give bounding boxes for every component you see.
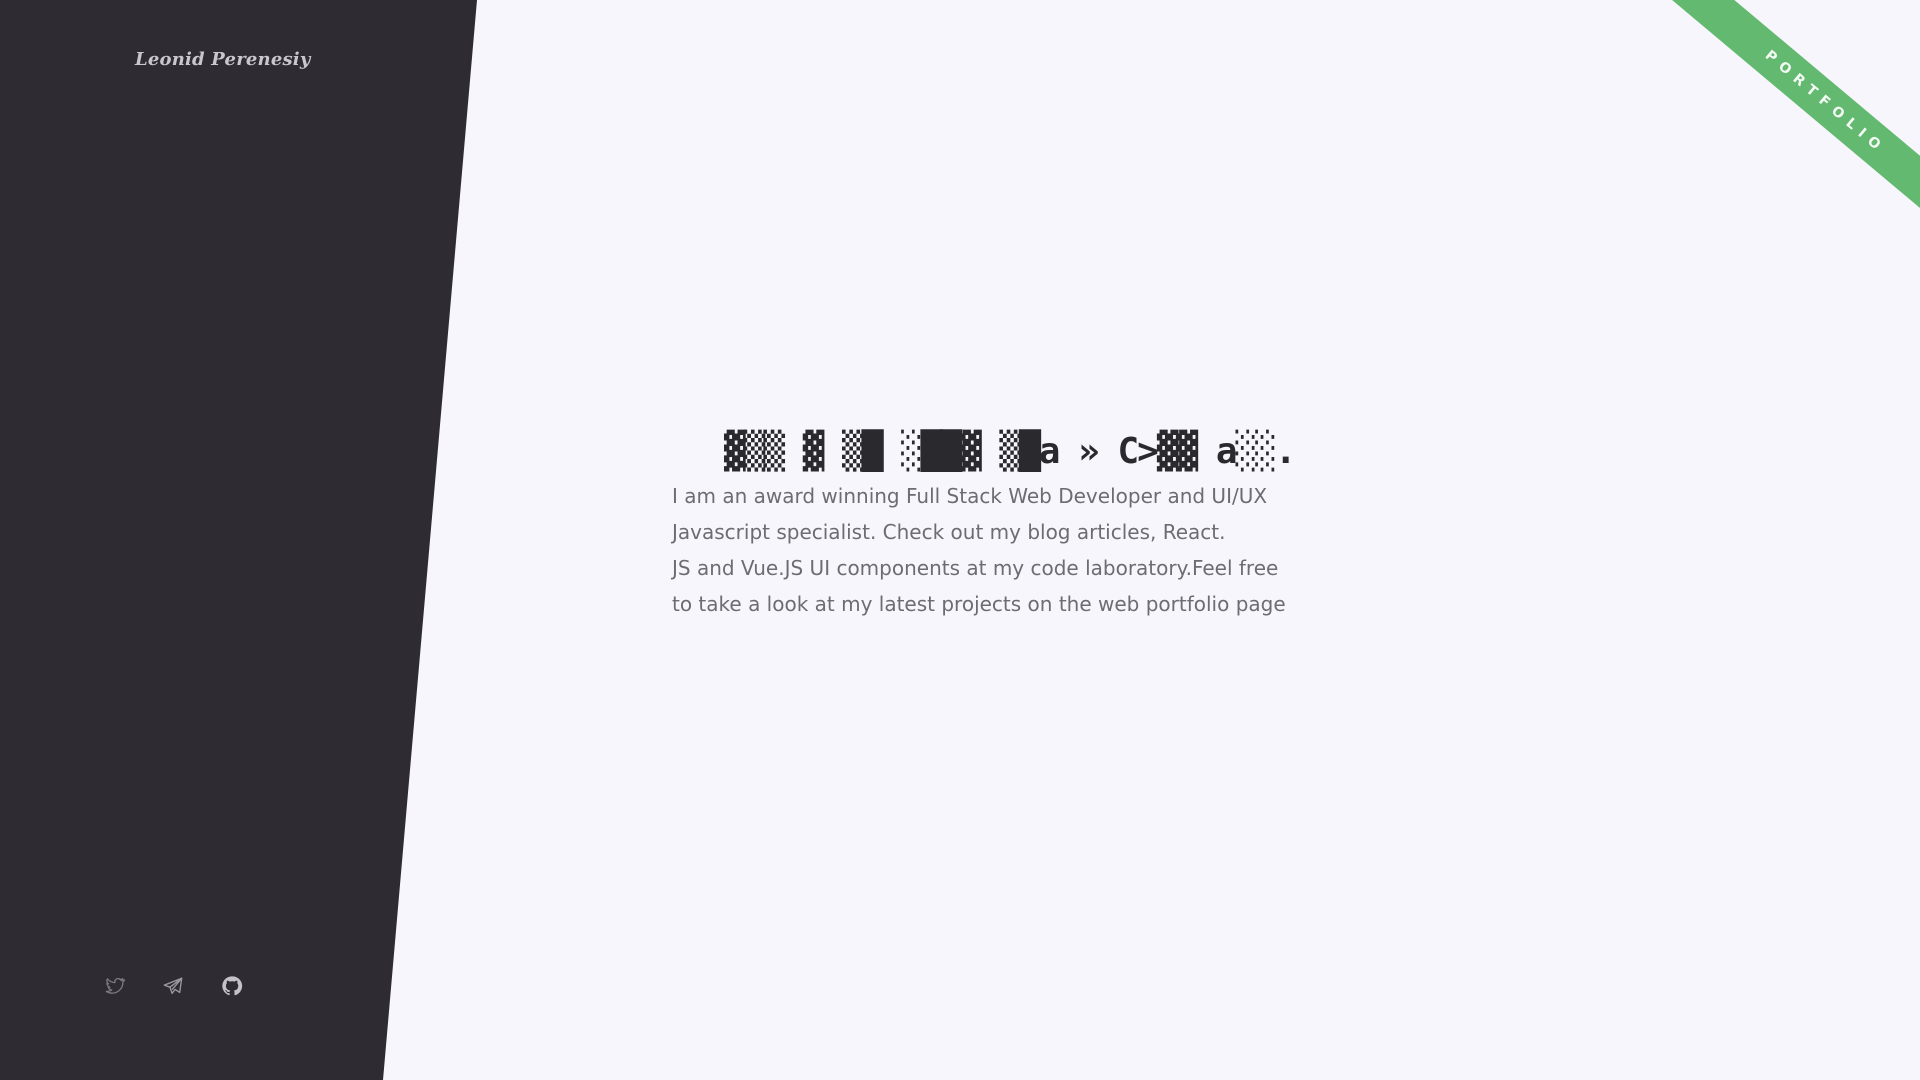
brand-logo[interactable]: Leonid Perenesiy — [135, 49, 311, 70]
hero-headline: ▓▒▒ ▓ ▒█ ░██▓ ▒█a » C>▓▓ a░░. — [724, 431, 1297, 472]
intro-line: JS and Vue.JS UI components at my code l… — [672, 556, 1279, 580]
intro-line: I am an award winning Full Stack Web Dev… — [672, 484, 1268, 508]
intro-line: to take a look at my latest projects on … — [672, 592, 1286, 616]
sidebar — [0, 0, 477, 1080]
page: Leonid Perenesiy PORTFOLIO ▓▒▒ ▓ ▒█ ░██▓… — [0, 0, 1920, 1080]
intro-text: I am an award winning Full Stack Web Dev… — [672, 478, 1312, 622]
intro-line: Javascript specialist. Check out my blog… — [672, 520, 1226, 544]
telegram-link[interactable] — [162, 975, 184, 997]
telegram-icon — [163, 977, 183, 995]
social-links — [103, 975, 243, 997]
twitter-link[interactable] — [103, 975, 125, 997]
github-link[interactable] — [221, 975, 243, 997]
github-icon — [222, 976, 243, 996]
twitter-icon — [105, 977, 125, 994]
portfolio-ribbon[interactable]: PORTFOLIO — [1646, 0, 1920, 249]
portfolio-ribbon-label: PORTFOLIO — [1761, 47, 1889, 158]
hero: ▓▒▒ ▓ ▒█ ░██▓ ▒█a » C>▓▓ a░░. I am an aw… — [672, 430, 1312, 622]
